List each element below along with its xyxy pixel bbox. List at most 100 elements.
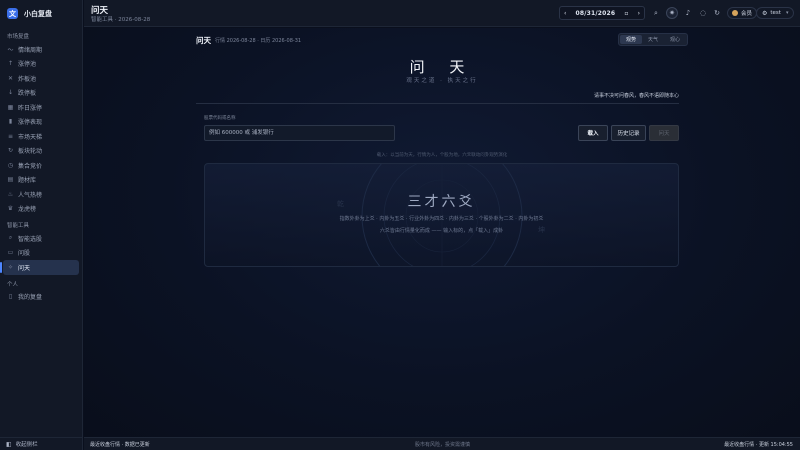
search-icon: ⌕ <box>8 234 13 242</box>
chart-line-icon: 〜 <box>7 46 14 54</box>
collapse-label: 收起侧栏 <box>15 442 38 448</box>
sidebar-item-label: 市场天梯 <box>18 133 43 141</box>
sidebar-item-limit-up-pool[interactable]: ↑ 涨停池 <box>3 57 79 72</box>
collapse-icon: ◧ <box>6 440 12 448</box>
main-title: 问天 <box>196 36 211 45</box>
hint-text: 载入：以当前为天，行情为人，个股为地，六爻联动问卦观势演化 <box>376 153 508 158</box>
history-button[interactable]: 历史记录 <box>611 125 646 141</box>
collapse-sidebar-button[interactable]: ◧ 收起侧栏 <box>0 437 83 450</box>
arrow-down-icon: ↓ <box>7 89 14 97</box>
panel-description-1: 指数外卦为上爻 · 内卦为五爻 · 行业外卦为四爻 · 内卦为三爻 · 个股外卦… <box>339 216 544 222</box>
bell-icon[interactable]: ♪ <box>682 7 694 19</box>
member-button[interactable]: 会员 <box>727 7 758 19</box>
top-header: 问天 智能工具 · 2026-08-28 ‹ 08/31/2026 ▫ › ⌕ … <box>84 0 800 27</box>
sidebar-item-broken-board[interactable]: ✕ 炸板池 <box>3 71 79 86</box>
trophy-icon: ♛ <box>7 205 14 213</box>
fire-icon: ♨ <box>7 190 14 198</box>
user-icon: ⚙ <box>762 9 768 17</box>
sidebar-item-label: 人气热榜 <box>18 191 43 199</box>
app-logo-icon: 文 <box>7 8 18 19</box>
member-badge-icon <box>732 10 738 16</box>
stock-code-input[interactable] <box>204 125 395 141</box>
user-menu-button[interactable]: ⚙ test ▾ <box>756 7 795 19</box>
calendar-icon[interactable]: ▫ <box>624 10 628 17</box>
theme-toggle-icon[interactable]: ✷ <box>666 7 678 19</box>
clock-icon: ◷ <box>7 161 14 169</box>
search-icon[interactable]: ⌕ <box>650 7 662 19</box>
sidebar-item-dragon-tiger[interactable]: ♛ 龙虎榜 <box>3 202 79 217</box>
bomb-icon: ✕ <box>7 74 14 82</box>
prev-date-icon[interactable]: ‹ <box>564 10 566 17</box>
status-right: 最近收盘行情 · 更新 15:04:55 <box>724 442 793 448</box>
disclaimer-text: 请事不决可问春风，春风不语即随本心 <box>594 93 680 99</box>
main-meta: 行情 2026-08-28 · 日历 2026-08-31 <box>215 38 302 44</box>
sidebar-item-label: 我的复盘 <box>18 294 43 302</box>
sidebar-item-label: 跌停板 <box>18 90 37 98</box>
nav-section-tools: 智能工具 <box>7 223 30 229</box>
sidebar-item-limit-down[interactable]: ↓ 跌停板 <box>3 86 79 101</box>
page-subtitle: 智能工具 · 2026-08-28 <box>91 17 151 23</box>
stock-input-label: 股票代码或名称 <box>204 116 236 121</box>
sidebar-item-sector-rotation[interactable]: ↻ 板块轮动 <box>3 144 79 159</box>
sidebar-item-label: 问天 <box>18 264 31 272</box>
hero-title: 问 天 <box>409 58 475 76</box>
status-bar: 最近收盘行情 · 数据已更新 股市有风险，投资需谨慎 最近收盘行情 · 更新 1… <box>84 437 800 450</box>
sparkle-icon: ✧ <box>7 263 14 271</box>
sidebar-item-label: 情绪周期 <box>18 46 43 54</box>
sidebar-item-label: 涨停池 <box>18 61 37 69</box>
sidebar-item-label: 板块轮动 <box>18 148 43 156</box>
sidebar-item-ask-stock[interactable]: ▭ 问股 <box>3 246 79 261</box>
member-label: 会员 <box>741 11 753 17</box>
refresh-icon[interactable]: ↻ <box>711 7 723 19</box>
next-date-icon[interactable]: › <box>638 10 640 17</box>
sidebar-item-label: 涨停表现 <box>18 119 43 127</box>
chat-icon: ▭ <box>7 249 14 257</box>
panel-description-2: 六爻皆由行情量化而成 —— 输入标的，点「载入」成卦 <box>379 228 504 234</box>
ask-heaven-button[interactable]: 问天 <box>649 125 679 141</box>
sidebar-item-ask-heaven[interactable]: ✧ 问天 <box>0 260 79 275</box>
sidebar-item-call-auction[interactable]: ◷ 集合竞价 <box>3 158 79 173</box>
sidebar-item-market-ladder[interactable]: ≡ 市场天梯 <box>3 129 79 144</box>
sidebar-item-yesterday-limit-up[interactable]: ▦ 昨日涨停 <box>3 100 79 115</box>
sidebar-item-my-review[interactable]: ▯ 我的复盘 <box>3 290 79 305</box>
status-left: 最近收盘行情 · 数据已更新 <box>90 442 150 448</box>
sidebar-item-limit-up-performance[interactable]: ▮ 涨停表现 <box>3 115 79 130</box>
status-risk-notice: 股市有风险，投资需谨慎 <box>415 442 471 448</box>
nav-section-personal: 个人 <box>7 281 19 288</box>
sidebar-item-emotion-cycle[interactable]: 〜情绪周期 <box>3 42 79 57</box>
nav-section-market: 市场复盘 <box>7 34 30 40</box>
bar-chart-icon: ▮ <box>8 118 13 126</box>
divider <box>196 103 679 104</box>
hexagram-panel: 乾 坤 三才六爻 指数外卦为上爻 · 内卦为五爻 · 行业外卦为四爻 · 内卦为… <box>204 163 679 267</box>
sidebar-item-label: 集合竞价 <box>18 162 43 170</box>
sidebar-item-label: 炸板池 <box>18 75 37 83</box>
main-content: 问天 行情 2026-08-28 · 日历 2026-08-31 观势 天气 观… <box>84 28 800 437</box>
grid-icon: ▤ <box>7 176 14 184</box>
sidebar-item-theme-library[interactable]: ▤ 题材库 <box>3 173 79 188</box>
sidebar-item-label: 题材库 <box>18 177 37 185</box>
mode-tabs: 观势 天气 观心 <box>618 33 688 46</box>
sidebar-item-label: 智能选股 <box>18 235 43 243</box>
book-icon: ▯ <box>8 293 13 301</box>
message-icon[interactable]: ◌ <box>697 7 709 19</box>
arrow-up-icon: ↑ <box>7 60 14 68</box>
tab-mind[interactable]: 观心 <box>664 35 686 44</box>
sidebar-item-label: 龙虎榜 <box>18 206 37 214</box>
sidebar: 文 小白复盘 市场复盘 〜情绪周期 ↑ 涨停池 ✕ 炸板池 ↓ 跌停板 ▦ 昨日涨停 ▮… <box>0 0 83 450</box>
brand[interactable]: 文 小白复盘 <box>0 0 82 27</box>
date-picker[interactable]: ‹ 08/31/2026 ▫ › <box>559 6 645 20</box>
calendar-icon: ▦ <box>7 103 14 111</box>
sidebar-item-label: 问股 <box>18 250 31 258</box>
sidebar-item-smart-picker[interactable]: ⌕ 智能选股 <box>3 231 79 246</box>
app-name: 小白复盘 <box>24 9 52 18</box>
tab-weather[interactable]: 天气 <box>642 35 664 44</box>
user-name: test <box>770 10 781 16</box>
sidebar-item-popularity[interactable]: ♨ 人气热榜 <box>3 187 79 202</box>
load-button[interactable]: 载入 <box>578 125 608 141</box>
sidebar-item-label: 昨日涨停 <box>18 104 43 112</box>
tab-trend[interactable]: 观势 <box>620 35 642 44</box>
date-value: 08/31/2026 <box>575 9 616 17</box>
ladder-icon: ≡ <box>7 132 14 140</box>
panel-title: 三才六爻 <box>407 194 476 210</box>
chevron-down-icon: ▾ <box>785 10 789 16</box>
